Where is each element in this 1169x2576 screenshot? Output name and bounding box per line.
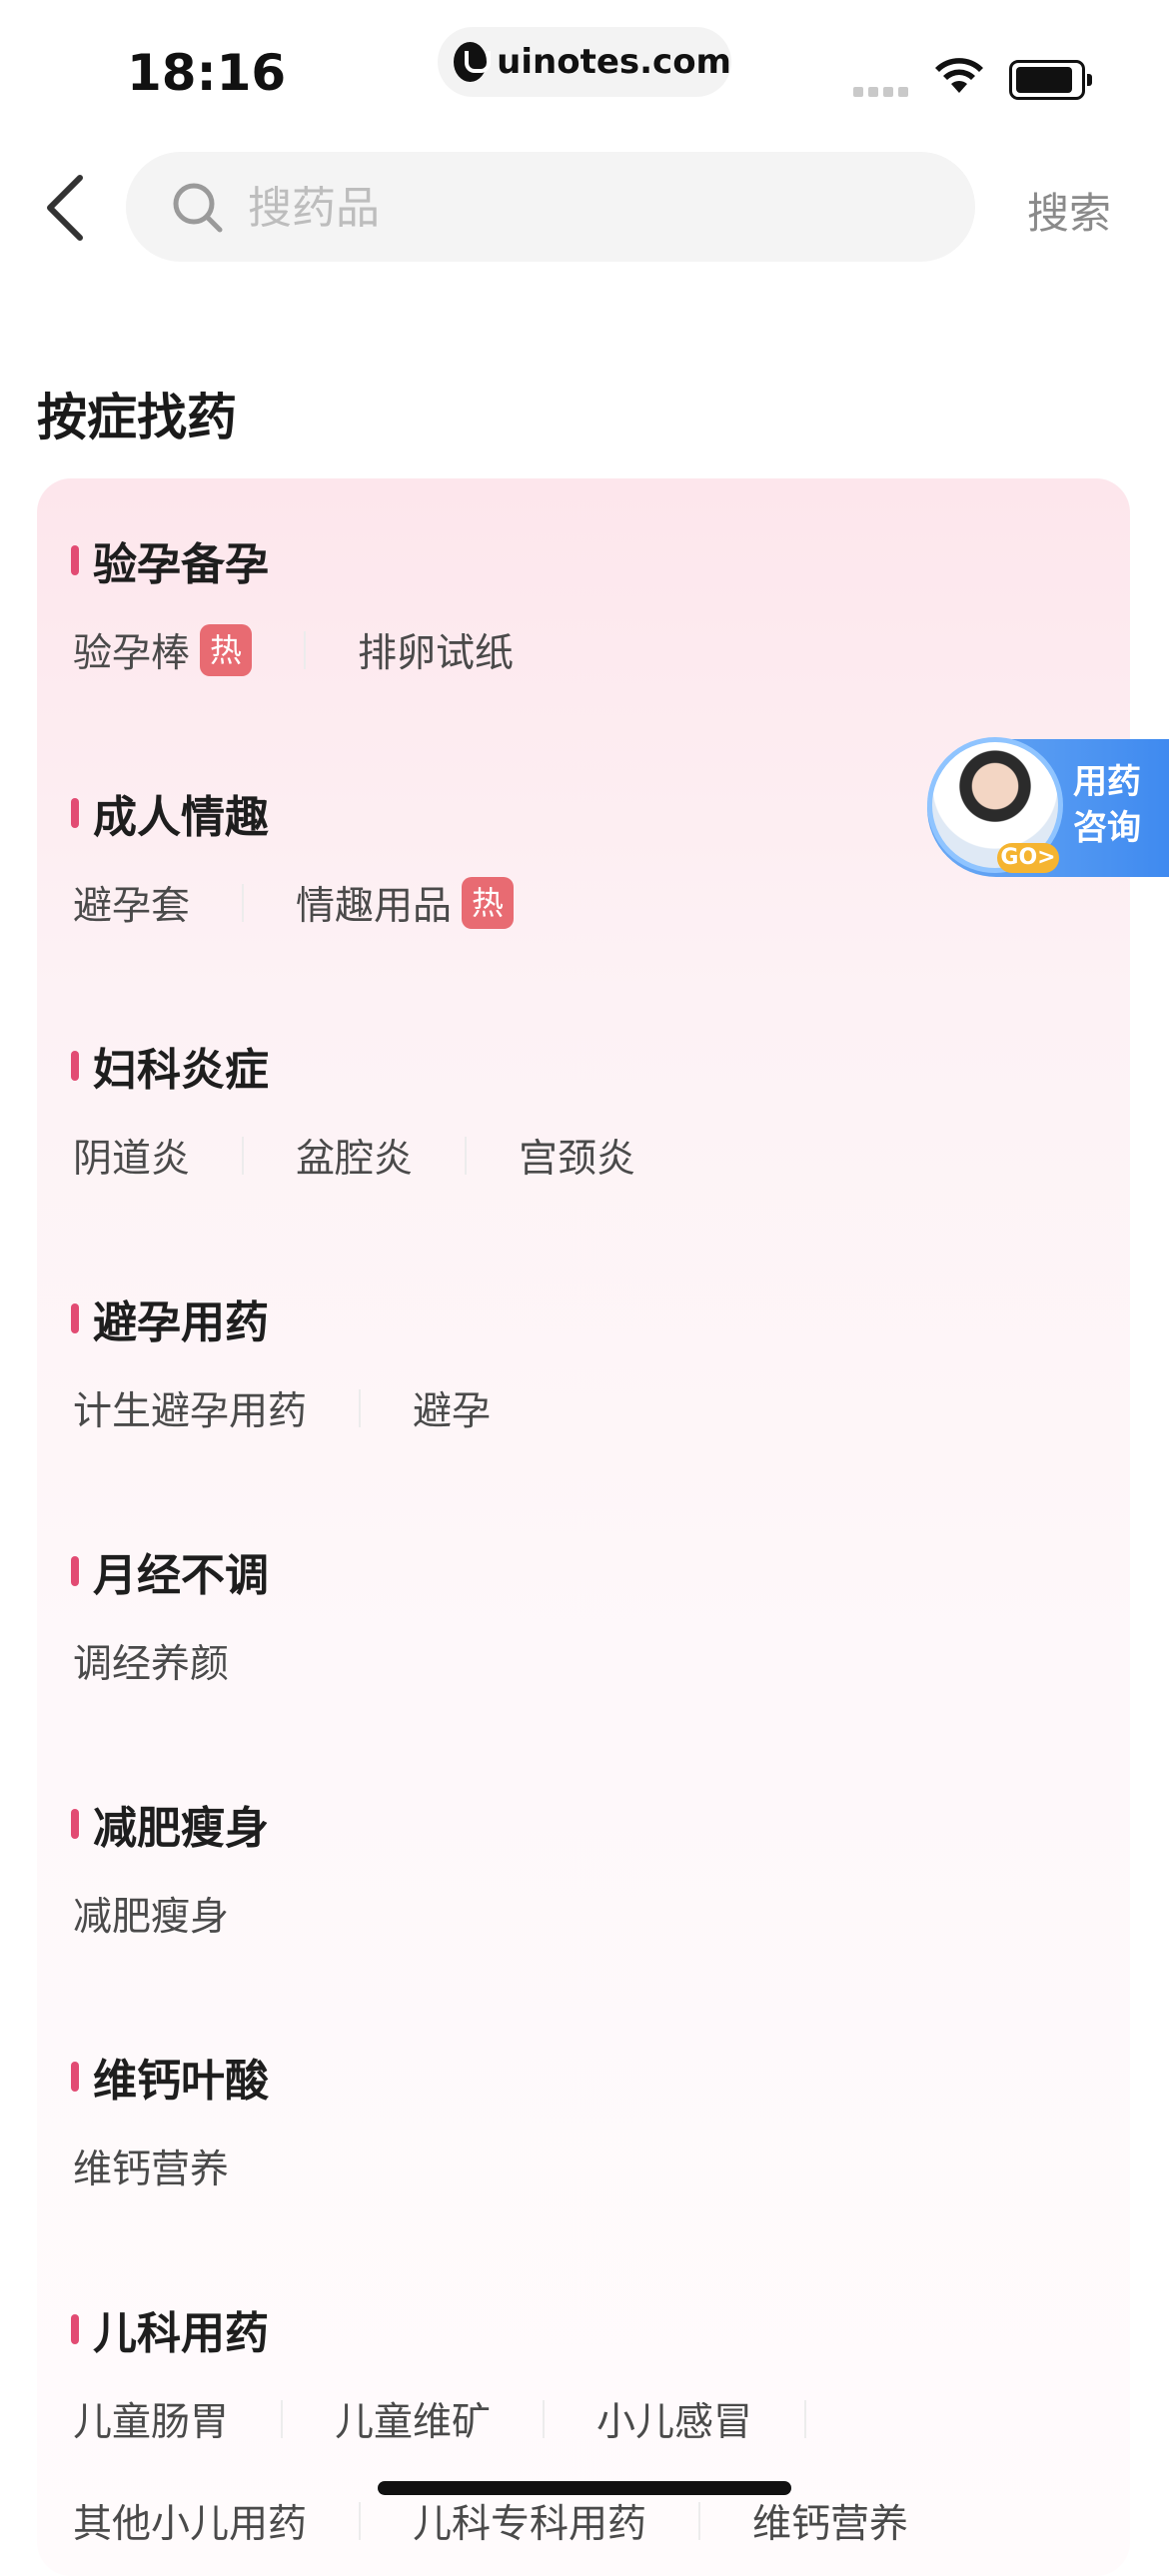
site-logo-icon [454, 42, 492, 82]
group-title: 月经不调 [93, 1550, 269, 1601]
tag-item[interactable]: 减肥瘦身 [73, 1886, 229, 1942]
search-icon [173, 183, 223, 233]
divider [242, 884, 245, 922]
tag-item[interactable]: 儿童肠胃 [73, 2391, 229, 2447]
hot-badge: 热 [200, 624, 253, 676]
group-title: 妇科炎症 [93, 1045, 269, 1096]
tag-item[interactable]: 儿童维矿 [335, 2391, 491, 2447]
medication-consult-button[interactable]: GO> 用药 咨询 [927, 737, 1169, 877]
cellular-signal-icon [853, 82, 913, 101]
divider [359, 2502, 362, 2540]
tag-item[interactable]: 调经养颜 [73, 1633, 229, 1689]
accent-bar [71, 1556, 79, 1586]
group-title: 儿科用药 [93, 2308, 269, 2359]
divider [304, 631, 307, 669]
tag-item[interactable]: 小儿感冒 [596, 2391, 752, 2447]
status-bar: 18:16 uinotes.com [0, 0, 1169, 140]
home-indicator [378, 2481, 791, 2495]
search-input[interactable] [246, 170, 929, 246]
accent-bar [71, 2062, 79, 2092]
divider [359, 1389, 362, 1427]
wifi-icon [935, 58, 983, 93]
battery-icon [1009, 60, 1092, 100]
tag-item[interactable]: 盆腔炎 [296, 1128, 413, 1184]
tag-item[interactable]: 维钙营养 [752, 2493, 908, 2549]
back-arrow-icon[interactable] [42, 172, 92, 244]
tag-item[interactable]: 计生避孕用药 [73, 1380, 307, 1436]
tag-item[interactable]: 儿科专科用药 [413, 2493, 646, 2549]
divider [804, 2400, 807, 2438]
search-button[interactable]: 搜索 [1027, 180, 1111, 241]
accent-bar [71, 1303, 79, 1333]
divider [281, 2400, 284, 2438]
consult-label: 用药 咨询 [1073, 762, 1141, 848]
tag-item[interactable]: 避孕套 [73, 875, 190, 931]
url-text: uinotes.com [497, 42, 731, 82]
accent-bar [71, 1051, 79, 1081]
search-bar[interactable] [126, 152, 975, 262]
section-title: 按症找药 [37, 389, 237, 446]
divider [465, 1137, 468, 1175]
accent-bar [71, 1809, 79, 1839]
group-title: 维钙叶酸 [93, 2056, 269, 2107]
group-title: 避孕用药 [93, 1297, 269, 1348]
tag-item[interactable]: 验孕棒热 [73, 622, 253, 678]
accent-bar [71, 545, 79, 575]
group-title: 验孕备孕 [93, 539, 269, 590]
go-badge: GO> [997, 843, 1059, 873]
status-time: 18:16 [127, 44, 287, 102]
tag-item[interactable]: 宫颈炎 [519, 1128, 635, 1184]
divider [242, 1137, 245, 1175]
tag-item[interactable]: 阴道炎 [73, 1128, 190, 1184]
tag-item[interactable]: 避孕 [413, 1380, 491, 1436]
tag-item[interactable]: 排卵试纸 [358, 622, 514, 678]
url-pill[interactable]: uinotes.com [438, 27, 731, 97]
tag-item[interactable]: 其他小儿用药 [73, 2493, 307, 2549]
group-title: 减肥瘦身 [93, 1803, 269, 1854]
accent-bar [71, 798, 79, 828]
group-title: 成人情趣 [93, 792, 269, 843]
hot-badge: 热 [462, 877, 515, 929]
divider [543, 2400, 546, 2438]
divider [698, 2502, 701, 2540]
tag-item[interactable]: 情趣用品热 [296, 875, 515, 931]
tag-item[interactable]: 维钙营养 [73, 2139, 229, 2194]
accent-bar [71, 2314, 79, 2344]
